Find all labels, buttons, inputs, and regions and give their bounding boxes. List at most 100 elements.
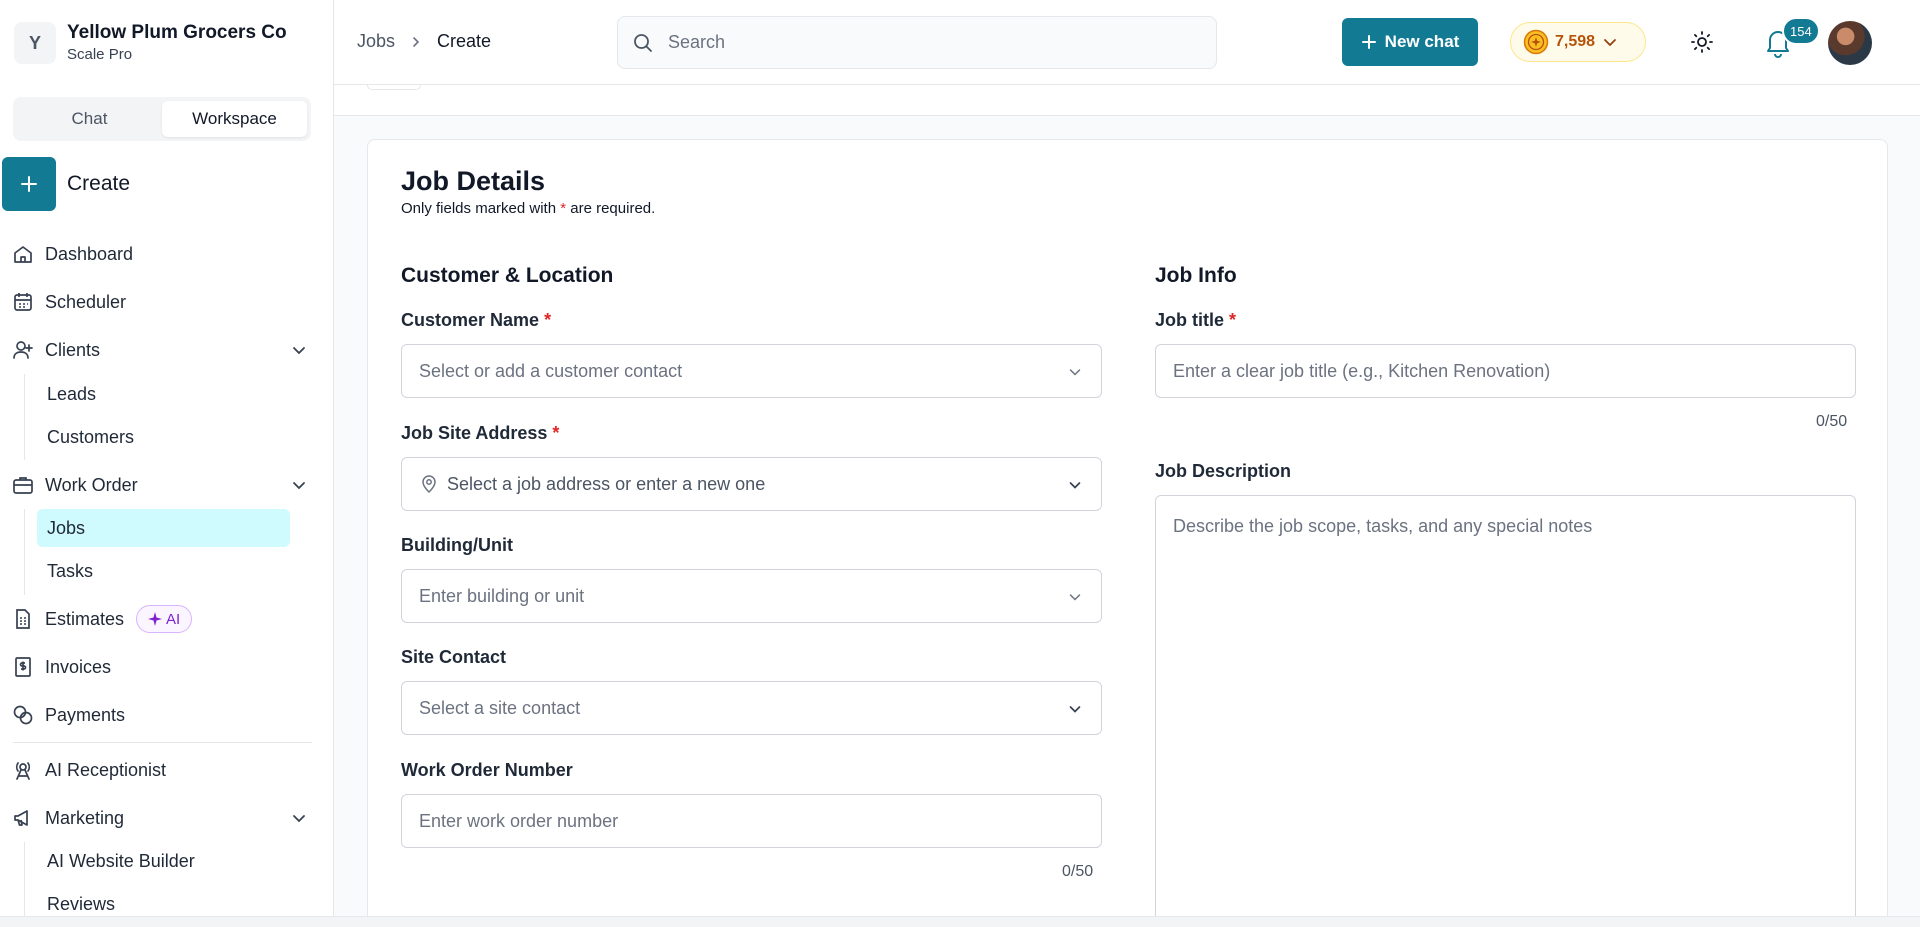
sidebar-item-jobs[interactable]: Jobs — [37, 509, 290, 547]
chevron-down-icon[interactable] — [290, 341, 308, 359]
building-placeholder: Enter building or unit — [419, 585, 585, 606]
customer-name-label: Customer Name * — [401, 310, 551, 331]
sidebar-item-estimates[interactable]: Estimates AI — [12, 604, 193, 634]
sticky-toolbar — [334, 85, 1920, 116]
map-pin-icon — [422, 475, 436, 494]
briefcase-icon — [13, 477, 33, 494]
label-text: Job title — [1155, 310, 1225, 330]
chevron-down-icon[interactable] — [290, 476, 308, 494]
org-plan: Scale Pro — [67, 46, 133, 63]
form-title: Job Details — [401, 166, 546, 196]
sidebar-item-label: Scheduler — [45, 291, 127, 312]
job-description-placeholder: Describe the job scope, tasks, and any s… — [1173, 516, 1593, 536]
horizontal-scrollbar[interactable] — [0, 916, 1920, 927]
customer-location-heading: Customer & Location — [401, 264, 614, 287]
chevron-down-icon[interactable] — [290, 809, 308, 827]
search-placeholder: Search — [668, 32, 726, 52]
plus-icon — [21, 176, 37, 192]
coins-icon — [13, 705, 33, 725]
org-avatar: Y — [14, 22, 56, 64]
sidebar-item-dashboard[interactable]: Dashboard — [12, 239, 133, 269]
sidebar-item-tasks[interactable]: Tasks — [37, 552, 290, 590]
job-description-textarea[interactable]: Describe the job scope, tasks, and any s… — [1155, 495, 1856, 916]
sidebar-item-clients[interactable]: Clients — [12, 335, 100, 365]
sidebar-item-ai-receptionist[interactable]: AI Receptionist — [12, 755, 166, 785]
new-chat-label: New chat — [1384, 32, 1460, 51]
sidebar-item-label: Clients — [45, 339, 101, 360]
sidebar-item-scheduler[interactable]: Scheduler — [12, 287, 126, 317]
sidebar-item-leads[interactable]: Leads — [37, 375, 290, 413]
required-mark: * — [1229, 310, 1237, 330]
top-header: Jobs Create Search New chat 7,598 154 — [334, 0, 1920, 85]
marketing-tree-line — [24, 842, 25, 916]
ai-badge: AI — [136, 605, 193, 633]
required-mark: * — [544, 310, 552, 330]
subtitle-text-end: are required. — [566, 200, 656, 217]
breadcrumb-jobs-link[interactable]: Jobs — [357, 31, 395, 52]
sidebar-item-reviews[interactable]: Reviews — [37, 885, 290, 916]
job-description-label: Job Description — [1155, 461, 1292, 481]
sidebar-item-ai-website-builder[interactable]: AI Website Builder — [37, 842, 290, 880]
megaphone-icon — [14, 810, 28, 826]
create-menu[interactable]: Create — [2, 157, 130, 211]
chevron-down-icon — [1069, 369, 1081, 376]
building-unit-select[interactable]: Enter building or unit — [401, 569, 1102, 623]
calendar-icon — [14, 293, 32, 311]
customer-name-select[interactable]: Select or add a customer contact — [401, 344, 1102, 398]
breadcrumb-current: Create — [437, 31, 492, 51]
job-info-heading: Job Info — [1155, 264, 1237, 287]
job-title-input[interactable]: Enter a clear job title (e.g., Kitchen R… — [1155, 344, 1856, 398]
form-subtitle: Only fields marked with * are required. — [401, 200, 655, 217]
clients-tree-line — [24, 374, 25, 460]
breadcrumb: Jobs Create — [357, 31, 491, 52]
sidebar-item-label: Work Order — [45, 474, 138, 495]
work-order-number-input[interactable]: Enter work order number — [401, 794, 1102, 848]
sidebar-item-label: Marketing — [45, 807, 125, 828]
search-icon — [634, 33, 652, 52]
toolbar-button[interactable] — [367, 85, 421, 90]
job-site-placeholder: Select a job address or enter a new one — [447, 473, 766, 494]
chevron-right-icon — [413, 36, 420, 47]
sidebar-item-label: AI Receptionist — [45, 759, 167, 780]
org-name: Yellow Plum Grocers Co — [67, 22, 287, 43]
work-order-number-label: Work Order Number — [401, 760, 573, 780]
job-site-address-select[interactable]: Select a job address or enter a new one — [401, 457, 1102, 511]
notification-count-badge: 154 — [1782, 17, 1820, 45]
work-order-tree-line — [24, 509, 25, 595]
dollar-icon — [15, 657, 31, 677]
sidebar-item-marketing[interactable]: Marketing — [12, 803, 124, 833]
mode-workspace-button[interactable]: Workspace — [162, 101, 307, 137]
sun-icon[interactable] — [1690, 30, 1714, 54]
building-unit-label: Building/Unit — [401, 535, 513, 555]
radio-tower-icon — [15, 762, 31, 780]
sparkles-icon — [148, 612, 163, 626]
sidebar-item-work-order[interactable]: Work Order — [12, 470, 138, 500]
org-switcher[interactable]: Y Yellow Plum Grocers Co Scale Pro — [14, 22, 287, 64]
job-site-address-label: Job Site Address * — [401, 423, 559, 444]
sidebar-item-invoices[interactable]: Invoices — [12, 652, 111, 682]
sidebar-item-label: Dashboard — [45, 243, 134, 264]
home-icon — [14, 246, 32, 263]
new-chat-button[interactable]: New chat — [1342, 18, 1478, 66]
org-info: Yellow Plum Grocers Co Scale Pro — [67, 22, 287, 64]
create-button[interactable] — [2, 157, 56, 211]
sidebar-item-payments[interactable]: Payments — [12, 700, 125, 730]
sidebar-item-customers[interactable]: Customers — [37, 418, 290, 456]
file-text-icon — [16, 609, 30, 629]
main-content: Job Details Only fields marked with * ar… — [334, 85, 1920, 916]
mode-chat-button[interactable]: Chat — [17, 101, 162, 137]
site-contact-select[interactable]: Select a site contact — [401, 681, 1102, 735]
sidebar-item-label: Payments — [45, 704, 126, 725]
work-order-placeholder: Enter work order number — [419, 810, 619, 831]
credits-dropdown[interactable]: 7,598 — [1510, 22, 1646, 62]
user-plus-icon — [13, 341, 33, 359]
customer-name-placeholder: Select or add a customer contact — [419, 360, 683, 381]
user-avatar[interactable] — [1828, 21, 1872, 65]
chevron-down-icon — [1069, 706, 1081, 713]
job-title-counter: 0/50 — [1816, 413, 1848, 430]
site-contact-placeholder: Select a site contact — [419, 697, 581, 718]
coin-icon — [1523, 29, 1549, 55]
label-text: Job Site Address — [401, 423, 548, 443]
search-input[interactable]: Search — [617, 16, 1217, 69]
sidebar-divider — [13, 742, 312, 743]
